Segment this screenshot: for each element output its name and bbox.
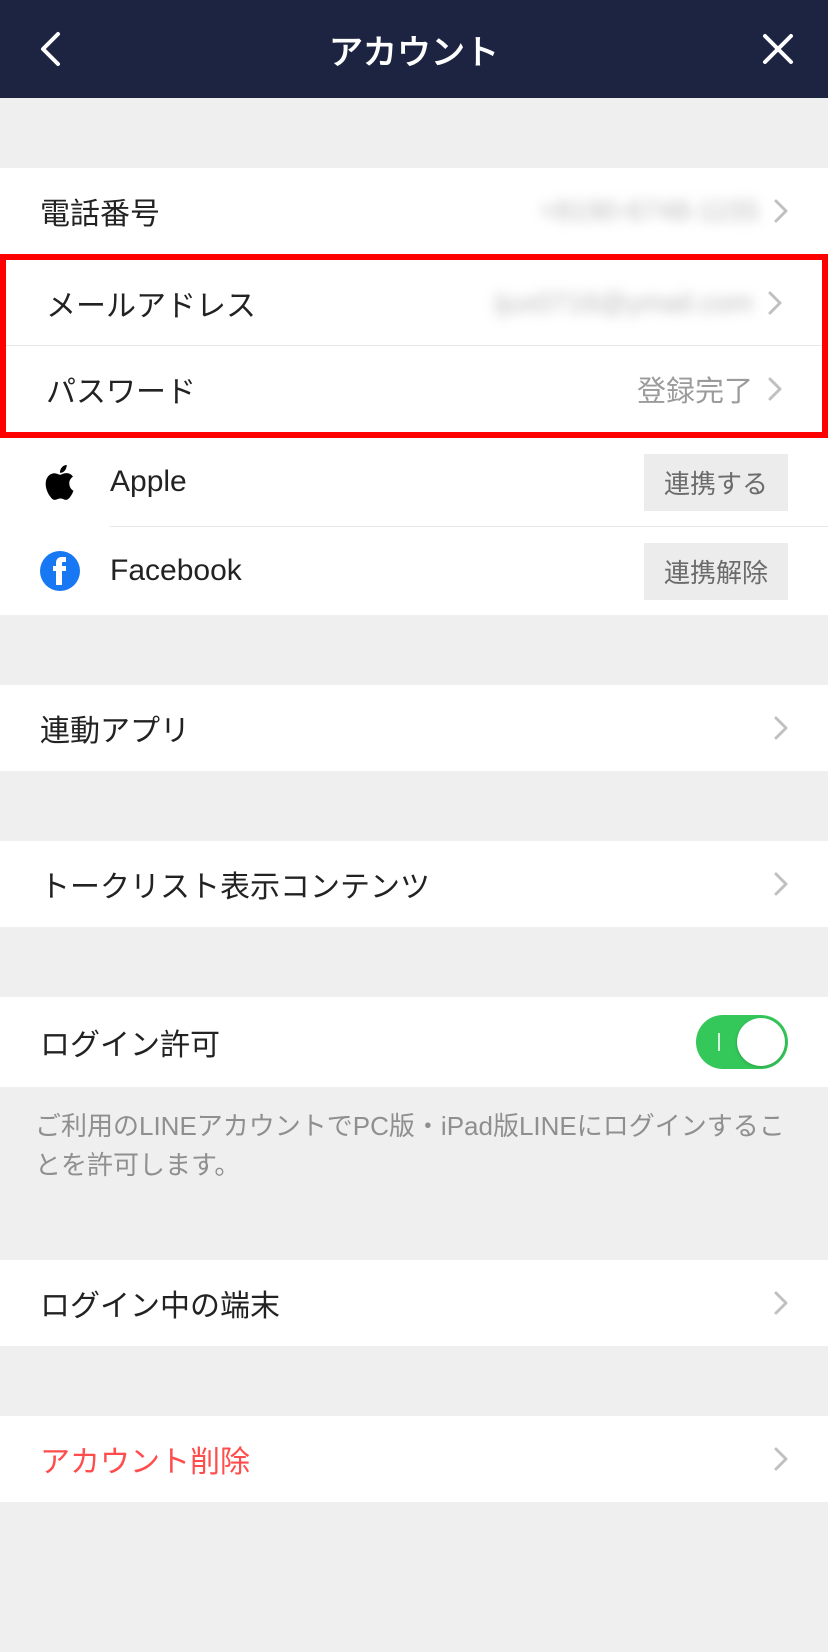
talk-list-section: トークリスト表示コンテンツ: [0, 841, 828, 927]
delete-account-row[interactable]: アカウント削除: [0, 1416, 828, 1502]
password-row[interactable]: パスワード 登録完了: [6, 346, 822, 432]
linked-accounts-section: Apple 連携する Facebook 連携解除: [0, 438, 828, 615]
apple-link-button[interactable]: 連携する: [644, 454, 788, 511]
close-icon: [761, 32, 795, 66]
delete-account-section: アカウント削除: [0, 1416, 828, 1502]
password-label: パスワード: [46, 367, 196, 411]
section-gap: [0, 927, 828, 997]
delete-account-label: アカウント削除: [40, 1437, 250, 1481]
back-icon: [39, 31, 61, 67]
app-header: アカウント: [0, 0, 828, 98]
linked-apps-section: 連動アプリ: [0, 685, 828, 771]
facebook-label: Facebook: [110, 554, 644, 588]
logged-in-devices-label: ログイン中の端末: [40, 1281, 280, 1325]
logged-in-devices-section: ログイン中の端末: [0, 1260, 828, 1346]
chevron-right-icon: [768, 291, 782, 315]
login-permission-row: ログイン許可: [0, 997, 828, 1087]
apple-label: Apple: [110, 465, 644, 499]
toggle-knob: [737, 1018, 785, 1066]
facebook-icon: [40, 551, 110, 591]
logged-in-devices-row[interactable]: ログイン中の端末: [0, 1260, 828, 1346]
facebook-unlink-button[interactable]: 連携解除: [644, 543, 788, 600]
chevron-right-icon: [768, 377, 782, 401]
chevron-right-icon: [774, 716, 788, 740]
email-value-wrap: ijux0716@ymail.com: [494, 287, 782, 319]
section-gap: [0, 1502, 828, 1652]
section-gap: [0, 771, 828, 841]
section-gap: [0, 615, 828, 685]
phone-section: 電話番号 +8190-6748-1155: [0, 168, 828, 254]
chevron-right-icon: [774, 199, 788, 223]
password-value-wrap: 登録完了: [637, 368, 782, 410]
login-permission-section: ログイン許可: [0, 997, 828, 1087]
email-row[interactable]: メールアドレス ijux0716@ymail.com: [6, 260, 822, 346]
highlight-email-password: メールアドレス ijux0716@ymail.com パスワード 登録完了: [0, 254, 828, 438]
email-value: ijux0716@ymail.com: [494, 287, 753, 319]
password-value: 登録完了: [637, 368, 753, 410]
phone-label: 電話番号: [40, 189, 160, 233]
close-button[interactable]: [758, 29, 798, 69]
talk-list-row[interactable]: トークリスト表示コンテンツ: [0, 841, 828, 927]
chevron-right-icon: [774, 1447, 788, 1471]
facebook-row: Facebook 連携解除: [0, 527, 828, 615]
linked-apps-row[interactable]: 連動アプリ: [0, 685, 828, 771]
section-gap: [0, 1205, 828, 1260]
linked-apps-label: 連動アプリ: [40, 706, 190, 750]
toggle-on-indicator: [718, 1033, 720, 1051]
talk-list-label: トークリスト表示コンテンツ: [40, 862, 430, 906]
phone-value-wrap: +8190-6748-1155: [539, 195, 788, 227]
email-label: メールアドレス: [46, 281, 256, 325]
phone-value: +8190-6748-1155: [539, 195, 759, 227]
login-permission-toggle[interactable]: [696, 1015, 788, 1069]
apple-row: Apple 連携する: [0, 438, 828, 526]
phone-row[interactable]: 電話番号 +8190-6748-1155: [0, 168, 828, 254]
login-permission-label: ログイン許可: [40, 1020, 220, 1064]
section-gap: [0, 98, 828, 168]
section-gap: [0, 1346, 828, 1416]
apple-icon: [40, 461, 110, 503]
login-permission-help: ご利用のLINEアカウントでPC版・iPad版LINEにログインすることを許可し…: [0, 1087, 828, 1205]
page-title: アカウント: [70, 25, 758, 74]
back-button[interactable]: [30, 29, 70, 69]
chevron-right-icon: [774, 872, 788, 896]
chevron-right-icon: [774, 1291, 788, 1315]
